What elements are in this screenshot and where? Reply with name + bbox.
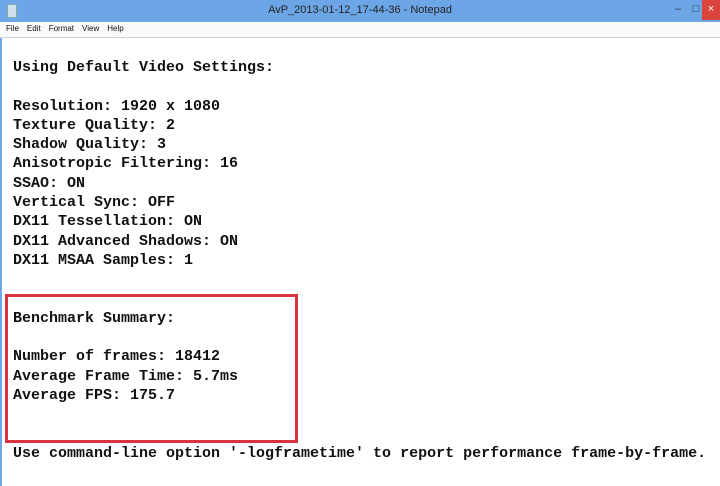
setting-line: Anisotropic Filtering: 16	[13, 155, 239, 173]
menu-help[interactable]: Help	[103, 22, 127, 33]
title-bar: AvP_2013-01-12_17-44-36 - Notepad – □ ×	[0, 0, 720, 22]
setting-line: Texture Quality: 2	[13, 116, 176, 134]
footer-note: Use command-line option '-logframetime' …	[13, 444, 707, 462]
menu-view[interactable]: View	[78, 22, 103, 33]
setting-line: DX11 Advanced Shadows: ON	[13, 232, 239, 250]
setting-line: Resolution: 1920 x 1080	[13, 97, 221, 115]
menu-edit[interactable]: Edit	[23, 22, 45, 33]
setting-line: Shadow Quality: 3	[13, 136, 167, 154]
window-title: AvP_2013-01-12_17-44-36 - Notepad	[268, 4, 452, 16]
minimize-button[interactable]: –	[672, 0, 684, 20]
close-button[interactable]: ×	[702, 0, 720, 20]
setting-line: SSAO: ON	[13, 174, 86, 192]
menu-bar: File Edit Format View Help	[0, 22, 720, 38]
benchmark-highlight-box	[5, 294, 298, 443]
settings-header: Using Default Video Settings:	[13, 59, 275, 76]
setting-line: Vertical Sync: OFF	[13, 194, 176, 212]
menu-format[interactable]: Format	[45, 22, 78, 33]
maximize-button[interactable]: □	[690, 0, 702, 20]
setting-line: DX11 Tessellation: ON	[13, 213, 203, 231]
setting-line: DX11 MSAA Samples: 1	[13, 251, 194, 269]
menu-file[interactable]: File	[0, 22, 23, 33]
